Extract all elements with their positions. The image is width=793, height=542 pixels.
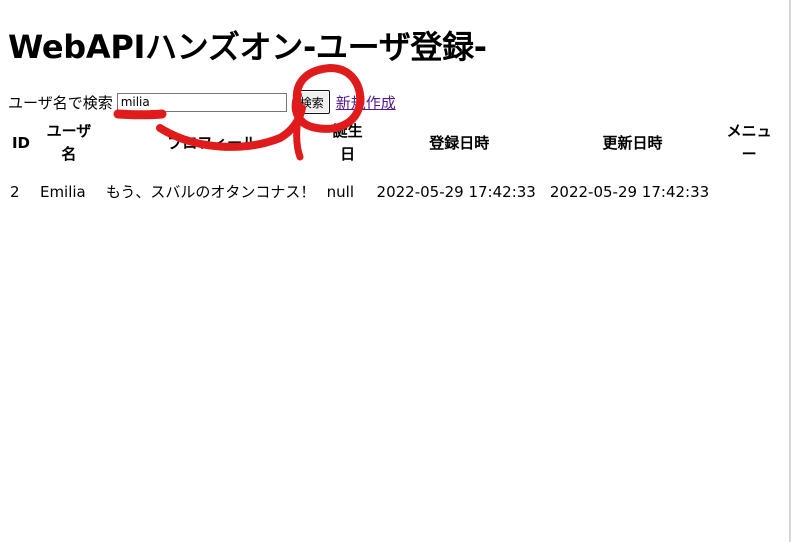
- header-id: ID: [11, 133, 30, 152]
- cell-username: Emilia: [39, 183, 86, 201]
- cell-birthday: null: [326, 183, 354, 201]
- cell-menu: [719, 168, 779, 206]
- header-menu: メニュー: [726, 122, 772, 163]
- cell-profile: もう、スバルのオタンコナス！: [105, 183, 316, 201]
- table-row: 2 Emilia もう、スバルのオタンコナス！ null 2022-05-29 …: [6, 168, 779, 206]
- header-profile: プロフィール: [167, 133, 258, 152]
- cell-created-at: 2022-05-29 17:42:33: [376, 183, 536, 201]
- cell-updated-at: 2022-05-29 17:42:33: [549, 183, 710, 201]
- red-annotation-overlay: [113, 64, 365, 161]
- header-updated-at: 更新日時: [602, 133, 663, 152]
- header-birthday: 誕生日: [332, 122, 363, 163]
- header-username: ユーザ名: [46, 122, 92, 163]
- window-edge: [789, 0, 791, 542]
- search-button[interactable]: 検索: [293, 90, 330, 114]
- search-input[interactable]: [116, 92, 287, 112]
- annotation-underline-stroke: [113, 109, 167, 120]
- cell-id: 2: [10, 183, 20, 201]
- table-header-row: ID ユーザ名 プロフィール 誕生日 登録日時 更新日時 メニュー: [6, 118, 779, 168]
- users-table: ID ユーザ名 プロフィール 誕生日 登録日時 更新日時 メニュー 2 Emil…: [6, 118, 779, 206]
- new-user-link[interactable]: 新規作成: [336, 92, 396, 113]
- search-bar: ユーザ名で検索 検索 新規作成: [8, 90, 396, 114]
- header-created-at: 登録日時: [429, 133, 490, 152]
- search-label: ユーザ名で検索: [8, 93, 113, 112]
- page-title: WebAPIハンズオン-ユーザ登録-: [8, 28, 487, 66]
